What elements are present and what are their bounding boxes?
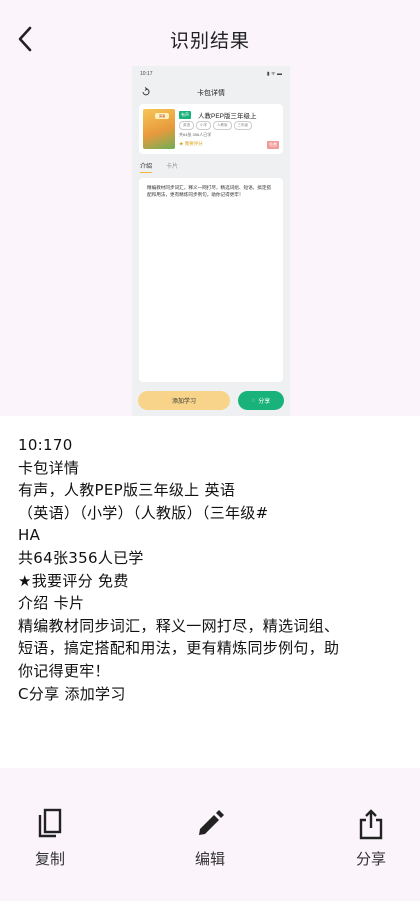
copy-label: 复制: [34, 850, 65, 868]
share-icon: [359, 809, 383, 840]
tag-list: 英语 小学 人教版 三年级: [179, 121, 252, 130]
preview-status-time: 10:17: [140, 71, 153, 77]
audio-badge: 有声: [179, 111, 191, 119]
text-line: HA: [18, 526, 41, 545]
text-line: 介绍 卡片: [18, 594, 85, 613]
tab-intro: 介绍: [140, 161, 153, 173]
preview-status-icons: ▮ ᯤ ▬: [266, 71, 282, 77]
text-line: 共64张356人已学: [18, 548, 144, 567]
text-line: 卡包详情: [18, 458, 80, 477]
top-app-bar: 识别结果: [0, 0, 420, 66]
preview-intro-text: 精编教材同步词汇，释义一网打尽，精选词组、短语，搞定搭配和用法，更有精炼同步例句…: [139, 178, 283, 382]
text-line: C分享 添加学习: [18, 684, 126, 703]
preview-share-button: ◌ 分享: [238, 391, 284, 410]
pencil-icon: [199, 810, 224, 835]
text-line: 有声，人教PEP版三年级上 英语: [18, 481, 236, 500]
book-cover-image: 英语: [143, 109, 175, 149]
book-meta: 共64张 356人已学: [179, 132, 212, 137]
preview-tabs: 介绍 卡片: [140, 161, 178, 173]
tag: 小学: [196, 121, 211, 130]
preview-add-button: 添加学习: [138, 391, 230, 410]
copy-button[interactable]: 复制: [10, 808, 90, 869]
text-line: 10:170: [18, 436, 73, 454]
tag: 人教版: [213, 121, 232, 130]
edit-button[interactable]: 编辑: [170, 808, 250, 869]
text-line: （英语）（小学）（人教版）（三年级#: [18, 503, 269, 522]
edit-label: 编辑: [194, 850, 225, 868]
text-line: 你记得更牢！: [18, 661, 110, 680]
share-label: 分享: [355, 850, 386, 868]
text-line: ★我要评分 免费: [18, 571, 129, 590]
recognized-text-area[interactable]: 10:170 卡包详情 有声，人教PEP版三年级上 英语 （英语）（小学）（人教…: [0, 416, 420, 768]
copy-icon: [38, 808, 62, 838]
text-line: 精编教材同步词汇，释义一网打尽，精选词组、: [18, 616, 340, 635]
tab-cards: 卡片: [166, 164, 179, 170]
price-badge: 免费: [267, 141, 279, 149]
rate-link: ★ 我要评分: [179, 141, 203, 146]
bottom-action-bar: 复制 编辑 分享: [0, 768, 420, 901]
screenshot-preview[interactable]: 10:17 ▮ ᯤ ▬ 卡包详情 英语 有声 人教PEP版三年级上 英语 小学 …: [132, 66, 290, 416]
preview-share-label: 分享: [258, 399, 271, 405]
share-circle-icon: ◌: [251, 397, 256, 404]
share-button[interactable]: 分享: [331, 808, 411, 869]
text-line: 短语，搞定搭配和用法，更有精炼同步例句，助: [18, 639, 340, 658]
book-title: 人教PEP版三年级上: [198, 113, 257, 120]
tag: 三年级: [233, 121, 252, 130]
page-title: 识别结果: [169, 30, 250, 52]
tag: 英语: [179, 121, 194, 130]
cover-label: 英语: [155, 113, 169, 119]
preview-book-card: 英语 有声 人教PEP版三年级上 英语 小学 人教版 三年级 共64张 356人…: [139, 104, 283, 154]
preview-page-title: 卡包详情: [197, 90, 225, 97]
